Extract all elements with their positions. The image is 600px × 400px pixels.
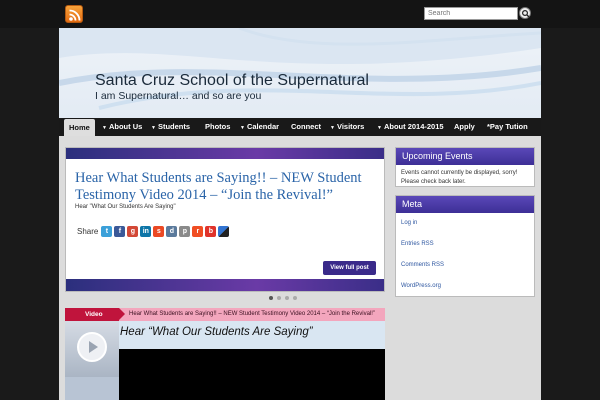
view-full-post-button[interactable]: View full post — [323, 261, 376, 275]
delicious-icon[interactable] — [218, 225, 230, 237]
facebook-icon[interactable]: f — [114, 225, 126, 237]
nav-item-label: Photos — [205, 122, 231, 131]
nav-item-label: Students — [157, 122, 191, 131]
nav-item-pay-tution[interactable]: *Pay Tution — [487, 118, 528, 136]
share-label: Share — [77, 226, 99, 236]
nav-item-label: Apply — [454, 122, 475, 131]
slider-dot[interactable] — [269, 296, 273, 300]
nav-item-visitors[interactable]: ▼ Visitors — [330, 118, 364, 136]
nav-item-calendar[interactable]: ▼ Calendar — [240, 118, 279, 136]
nav-item-label: About 2014-2015 — [383, 122, 444, 131]
meta-widget: Meta Log in Entries RSS Comments RSS Wor… — [395, 195, 535, 297]
nav-item-label: Calendar — [246, 122, 280, 131]
meta-link-wordpress-org[interactable]: WordPress.org — [396, 276, 534, 297]
slider-dot[interactable] — [285, 296, 289, 300]
video-thumbnail-column — [65, 321, 119, 400]
linkedin-icon[interactable]: in — [140, 225, 152, 237]
featured-slider: Hear What Students are Saying!! – NEW St… — [65, 147, 385, 292]
meta-link-log-in[interactable]: Log in — [396, 213, 534, 234]
nav-item-label: *Pay Tution — [487, 122, 528, 131]
search-button[interactable] — [519, 7, 531, 19]
nav-item-connect[interactable]: Connect — [291, 118, 321, 136]
chevron-down-icon: ▼ — [330, 125, 335, 131]
video-thumbnail[interactable] — [65, 321, 119, 377]
video-player-title-bar: Hear “What Our Students Are Saying” — [119, 321, 385, 349]
meta-link-entries-rss[interactable]: Entries RSS — [396, 234, 534, 255]
nav-item-label: Visitors — [336, 122, 365, 131]
chevron-down-icon: ▼ — [102, 125, 107, 131]
slide-subtitle: Hear "What Our Students Are Saying" — [75, 204, 176, 210]
video-bar-title[interactable]: Hear What Students are Saying!! – NEW St… — [129, 308, 375, 321]
video-bar: Video Hear What Students are Saying!! – … — [65, 308, 385, 321]
twitter-icon[interactable]: t — [101, 225, 113, 237]
widget-title: Meta — [396, 196, 534, 213]
nav-item-label: Home — [69, 123, 90, 132]
meta-link-comments-rss[interactable]: Comments RSS — [396, 255, 534, 276]
search-input[interactable] — [424, 7, 518, 20]
page-container: Santa Cruz School of the Supernatural I … — [59, 28, 541, 400]
slider-top-band — [66, 148, 384, 159]
nav-item-label: Connect — [291, 122, 321, 131]
play-icon[interactable] — [77, 332, 107, 362]
chevron-down-icon: ▼ — [240, 125, 245, 131]
upcoming-events-widget: Upcoming Events Events cannot currently … — [395, 147, 535, 187]
search-icon — [521, 9, 530, 18]
share-bar: Share t f g in s d p r b — [77, 225, 230, 237]
video-player[interactable]: Hear “What Our Students Are Saying” — [119, 321, 385, 400]
blogger-icon[interactable]: b — [205, 225, 217, 237]
google-plus-icon[interactable]: g — [127, 225, 139, 237]
slider-dot[interactable] — [293, 296, 297, 300]
video-player-title: Hear “What Our Students Are Saying” — [120, 326, 313, 338]
upcoming-events-body: Events cannot currently be displayed, so… — [401, 170, 518, 185]
print-icon[interactable]: p — [179, 225, 191, 237]
slide-title[interactable]: Hear What Students are Saying!! – NEW St… — [75, 170, 375, 204]
stumbleupon-icon[interactable]: s — [153, 225, 165, 237]
reddit-icon[interactable]: r — [192, 225, 204, 237]
nav-item-about-2014-2015[interactable]: ▼ About 2014-2015 — [377, 118, 444, 136]
nav-item-label: About Us — [108, 122, 143, 131]
chevron-down-icon: ▼ — [151, 125, 156, 131]
nav-item-photos[interactable]: Photos — [205, 118, 230, 136]
slider-pagination — [269, 296, 297, 300]
nav-item-students[interactable]: ▼ Students — [151, 118, 190, 136]
site-header: Santa Cruz School of the Supernatural I … — [59, 28, 541, 118]
nav-item-home[interactable]: Home — [64, 119, 95, 136]
rss-icon[interactable] — [65, 5, 83, 23]
main-nav: Home ▼ About Us ▼ Students Photos ▼ Calenda… — [59, 118, 541, 136]
digg-icon[interactable]: d — [166, 225, 178, 237]
site-title[interactable]: Santa Cruz School of the Supernatural — [95, 72, 369, 90]
nav-item-apply[interactable]: Apply — [454, 118, 475, 136]
chevron-down-icon: ▼ — [377, 125, 382, 131]
site-tagline: I am Supernatural… and so are you — [95, 90, 262, 102]
top-bar — [0, 0, 600, 28]
slider-dot[interactable] — [277, 296, 281, 300]
nav-item-about-us[interactable]: ▼ About Us — [102, 118, 142, 136]
slider-bottom-band — [66, 279, 384, 291]
widget-title: Upcoming Events — [396, 148, 534, 165]
video-tag: Video — [65, 308, 125, 321]
